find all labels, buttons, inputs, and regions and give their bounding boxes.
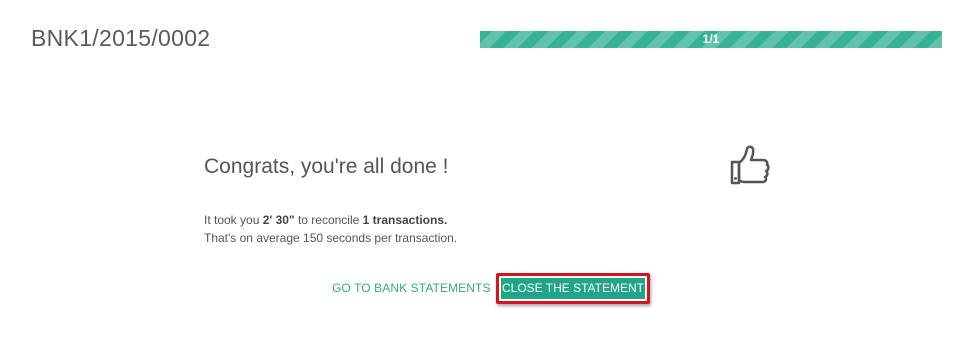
summary-time: 2' 30": [262, 213, 295, 227]
close-statement-highlight: CLOSE THE STATEMENT: [496, 273, 650, 304]
progress-bar: 1/1: [480, 31, 942, 48]
go-to-bank-statements-button[interactable]: GO TO BANK STATEMENTS: [332, 281, 491, 295]
reconcile-summary: It took you 2' 30" to reconcile 1 transa…: [204, 211, 457, 247]
summary-prefix: It took you: [204, 213, 263, 227]
thumbs-up-icon: [729, 143, 771, 187]
close-statement-button[interactable]: CLOSE THE STATEMENT: [501, 278, 645, 299]
congrats-heading: Congrats, you're all done !: [204, 155, 449, 178]
progress-bar-label: 1/1: [702, 32, 720, 46]
summary-mid: to reconcile: [294, 213, 363, 227]
statement-title: BNK1/2015/0002: [31, 25, 211, 51]
reconciliation-done-page: BNK1/2015/0002 1/1 Congrats, you're all …: [0, 0, 964, 347]
summary-count: 1 transactions.: [362, 213, 448, 227]
summary-line-1: It took you 2' 30" to reconcile 1 transa…: [204, 211, 457, 229]
summary-line-2: That's on average 150 seconds per transa…: [204, 231, 458, 245]
